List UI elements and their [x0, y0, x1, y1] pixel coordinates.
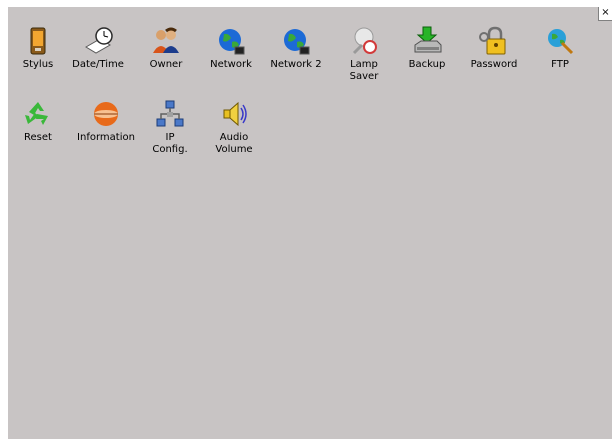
ftp-icon [548, 29, 574, 55]
ftp-item[interactable]: FTP [530, 25, 590, 71]
backup-item[interactable]: Backup [397, 25, 457, 71]
item-label: FTP [551, 59, 569, 70]
item-label: Lamp Saver [349, 59, 379, 82]
network-2-item[interactable]: Network 2 [266, 25, 326, 71]
password-item[interactable]: Password [464, 25, 524, 71]
stylus-item[interactable]: Stylus [8, 25, 68, 71]
item-label: Audio Volume [215, 132, 253, 155]
item-label: Information [77, 132, 135, 143]
item-label: IP Config. [152, 132, 188, 155]
control-panel-window: Stylus Date/Time Owner Network Network 2… [8, 7, 612, 439]
item-label: Reset [24, 132, 52, 143]
password-lock-icon [479, 26, 506, 55]
ip-config-icon [156, 100, 184, 127]
information-item[interactable]: Information [76, 98, 136, 144]
ip-config-item[interactable]: IP Config. [140, 98, 200, 156]
information-icon [94, 102, 118, 126]
owner-item[interactable]: Owner [136, 25, 196, 71]
date-time-item[interactable]: Date/Time [68, 25, 128, 71]
lamp-saver-icon [352, 27, 377, 55]
clock-icon [85, 27, 113, 54]
network-globe-icon [284, 29, 310, 55]
item-label: Date/Time [72, 59, 124, 70]
owner-icon [153, 27, 179, 53]
recycle-icon [25, 102, 48, 125]
reset-item[interactable]: Reset [8, 98, 68, 144]
stylus-icon [30, 27, 46, 55]
item-label: Network 2 [270, 59, 322, 70]
item-label: Owner [149, 59, 183, 70]
backup-drive-icon [414, 26, 442, 53]
item-label: Stylus [22, 59, 54, 70]
item-label: Password [470, 59, 518, 70]
network-item[interactable]: Network [201, 25, 261, 71]
lamp-saver-item[interactable]: Lamp Saver [334, 25, 394, 83]
close-button[interactable]: × [598, 7, 612, 21]
audio-volume-item[interactable]: Audio Volume [204, 98, 264, 156]
item-label: Backup [408, 59, 446, 70]
network-globe-icon [219, 29, 245, 55]
item-label: Network [210, 59, 252, 70]
speaker-icon [223, 101, 247, 127]
